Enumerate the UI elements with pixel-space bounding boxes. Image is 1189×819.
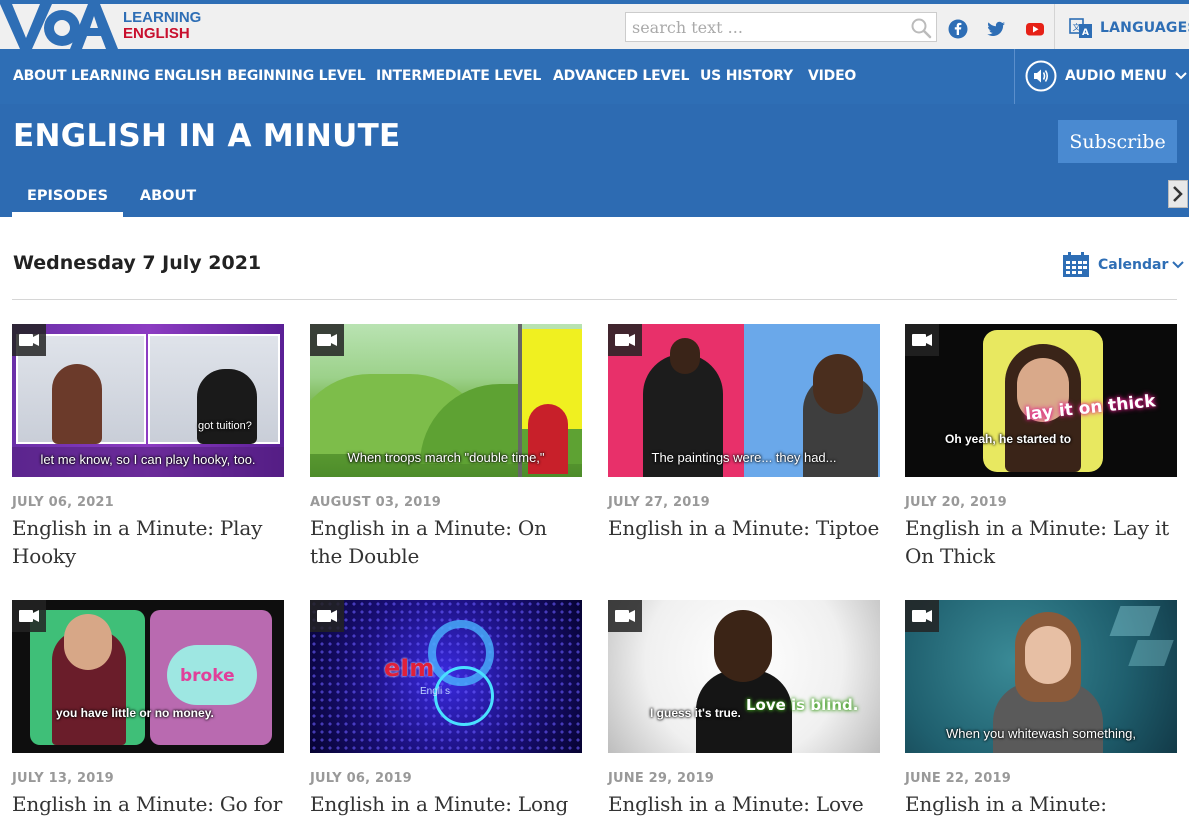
nav-divider [1014, 49, 1015, 104]
section-divider [12, 299, 1177, 300]
episode-card[interactable]: lay it on thick Oh yeah, he started to J… [905, 324, 1177, 570]
episode-title[interactable]: English in a Minute: Go for [12, 790, 284, 818]
twitter-icon[interactable] [986, 19, 1006, 39]
episode-thumbnail[interactable]: lay it on thick Oh yeah, he started to [905, 324, 1177, 477]
youtube-icon[interactable] [1025, 19, 1045, 39]
nav-us-history[interactable]: US HISTORY [700, 49, 793, 104]
thumbnail-overlay-text: eIm [384, 654, 435, 682]
search-input[interactable] [626, 13, 901, 41]
video-icon [12, 600, 46, 632]
calendar-button[interactable]: Calendar [1062, 251, 1185, 279]
episode-thumbnail[interactable]: eIm Engli s [310, 600, 582, 753]
episode-date: JULY 06, 2019 [310, 771, 412, 786]
speaker-icon [1025, 60, 1057, 92]
episode-card[interactable]: eIm Engli s JULY 06, 2019 English in a M… [310, 600, 582, 818]
main-nav: ABOUT LEARNING ENGLISH BEGINNING LEVEL I… [0, 49, 1189, 104]
episode-title[interactable]: English in a Minute: Love is [608, 790, 880, 819]
thumbnail-caption: I guess it's true. [650, 706, 741, 720]
thumbnail-overlay-text: got tuition? [198, 420, 252, 432]
episode-card[interactable]: broke you have little or no money. JULY … [12, 600, 284, 818]
facebook-icon[interactable] [948, 19, 968, 39]
video-icon [905, 600, 939, 632]
episode-date: JULY 20, 2019 [905, 495, 1007, 510]
languages-button[interactable]: 文 A LANGUAGES [1068, 14, 1189, 42]
episode-thumbnail[interactable]: The paintings were... they had... [608, 324, 880, 477]
chevron-right-icon [1173, 186, 1183, 202]
svg-text:A: A [1082, 28, 1089, 38]
episode-title[interactable]: English in a Minute: [905, 790, 1177, 818]
episode-date: JULY 06, 2021 [12, 495, 114, 510]
program-header: ENGLISH IN A MINUTE Subscribe EPISODES A… [0, 104, 1189, 217]
chevron-down-icon [1172, 261, 1185, 269]
audio-menu-button[interactable]: AUDIO MENU [1025, 59, 1188, 93]
scroll-right-button[interactable] [1168, 180, 1188, 208]
video-icon [310, 324, 344, 356]
thumbnail-overlay-text: broke [180, 666, 235, 686]
voa-logo[interactable] [0, 4, 118, 49]
episode-thumbnail[interactable]: got tuition? let me know, so I can play … [12, 324, 284, 477]
episode-date: JUNE 29, 2019 [608, 771, 715, 786]
video-icon [12, 324, 46, 356]
languages-label: LANGUAGES [1100, 20, 1189, 36]
brand-line2: ENGLISH [123, 25, 190, 42]
episode-thumbnail[interactable]: broke you have little or no money. [12, 600, 284, 753]
audio-menu-label: AUDIO MENU [1065, 68, 1167, 84]
episode-date: JULY 27, 2019 [608, 495, 710, 510]
thumbnail-caption: you have little or no money. [56, 706, 214, 720]
episode-title[interactable]: English in a Minute: Lay it On Thick [905, 514, 1177, 570]
thumbnail-overlay-text: Love is blind. [746, 696, 859, 714]
chevron-down-icon [1175, 72, 1187, 80]
video-icon [905, 324, 939, 356]
thumbnail-overlay-subtext: Engli s [420, 686, 451, 697]
episode-date: JULY 13, 2019 [12, 771, 114, 786]
episode-thumbnail[interactable]: When troops march "double time," [310, 324, 582, 477]
top-bar: LEARNING ENGLISH 文 A LANGUAGES [0, 0, 1189, 49]
episode-date: JUNE 22, 2019 [905, 771, 1012, 786]
thumbnail-caption: Oh yeah, he started to [945, 432, 1072, 446]
tab-episodes[interactable]: EPISODES [12, 183, 123, 217]
episode-title[interactable]: English in a Minute: On the Double [310, 514, 582, 570]
video-icon [608, 600, 642, 632]
brand-line1: LEARNING [123, 9, 202, 26]
calendar-icon [1063, 252, 1089, 277]
episode-card[interactable]: When you whitewash something, JUNE 22, 2… [905, 600, 1177, 818]
header-divider [1054, 4, 1055, 49]
thumbnail-caption: The paintings were... they had... [651, 450, 837, 465]
episode-title[interactable]: English in a Minute: Play Hooky [12, 514, 284, 570]
nav-intermediate-level[interactable]: INTERMEDIATE LEVEL [376, 49, 541, 104]
nav-advanced-level[interactable]: ADVANCED LEVEL [553, 49, 689, 104]
thumbnail-caption: let me know, so I can play hooky, too. [40, 452, 256, 467]
episode-title[interactable]: English in a Minute: Tiptoe [608, 514, 880, 542]
subscribe-button[interactable]: Subscribe [1058, 120, 1177, 163]
nav-about-learning-english[interactable]: ABOUT LEARNING ENGLISH [13, 49, 222, 104]
svg-text:文: 文 [1073, 22, 1081, 32]
calendar-label: Calendar [1098, 257, 1169, 273]
search-icon[interactable] [910, 17, 932, 39]
video-icon [310, 600, 344, 632]
thumbnail-caption: When you whitewash something, [945, 726, 1137, 741]
nav-beginning-level[interactable]: BEGINNING LEVEL [227, 49, 366, 104]
episode-thumbnail[interactable]: I guess it's true. Love is blind. [608, 600, 880, 753]
page-title: ENGLISH IN A MINUTE [13, 118, 401, 154]
episode-card[interactable]: got tuition? let me know, so I can play … [12, 324, 284, 570]
brand-wordmark[interactable]: LEARNING ENGLISH [123, 10, 201, 42]
translate-icon: 文 A [1069, 18, 1092, 38]
search-box [625, 12, 937, 42]
episode-card[interactable]: I guess it's true. Love is blind. JUNE 2… [608, 600, 880, 819]
listing-date: Wednesday 7 July 2021 [13, 252, 262, 274]
thumbnail-caption: When troops march "double time," [347, 450, 545, 465]
episode-thumbnail[interactable]: When you whitewash something, [905, 600, 1177, 753]
tab-about[interactable]: ABOUT [133, 183, 203, 217]
episode-date: AUGUST 03, 2019 [310, 495, 441, 510]
nav-video[interactable]: VIDEO [808, 49, 856, 104]
episode-title[interactable]: English in a Minute: Long [310, 790, 582, 818]
episode-card[interactable]: The paintings were... they had... JULY 2… [608, 324, 880, 542]
episode-card[interactable]: When troops march "double time," AUGUST … [310, 324, 582, 570]
video-icon [608, 324, 642, 356]
